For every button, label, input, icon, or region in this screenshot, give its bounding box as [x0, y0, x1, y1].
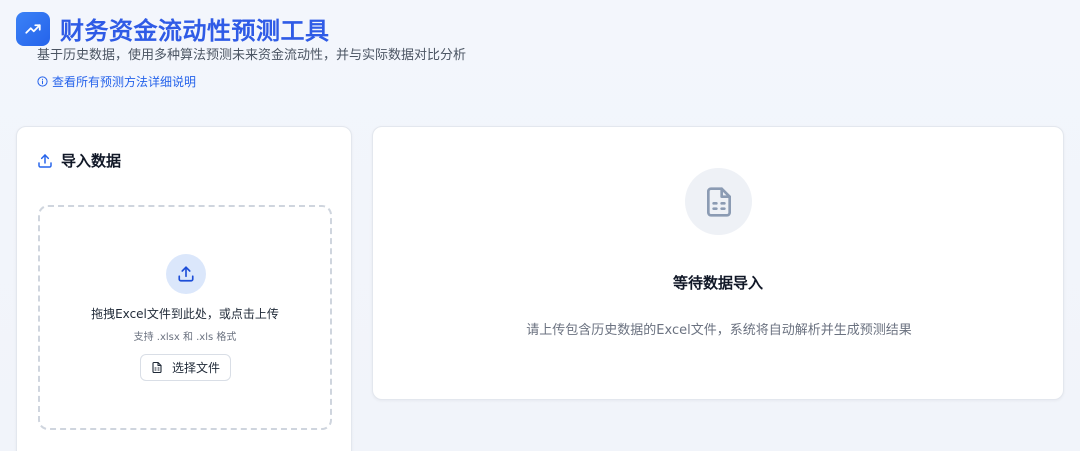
file-dropzone[interactable]: 拖拽Excel文件到此处，或点击上传 支持 .xlsx 和 .xls 格式 选择… [38, 205, 332, 430]
page-subtitle: 基于历史数据，使用多种算法预测未来资金流动性，并与实际数据对比分析 [37, 48, 467, 63]
page-title: 财务资金流动性预测工具 [60, 17, 330, 45]
import-data-panel: 导入数据 拖拽Excel文件到此处，或点击上传 支持 .xlsx 和 .xls … [16, 126, 352, 451]
import-panel-header: 导入数据 [37, 150, 121, 171]
page-header: 财务资金流动性预测工具 [16, 11, 330, 46]
waiting-title: 等待数据导入 [672, 274, 763, 292]
status-panel: 等待数据导入 请上传包含历史数据的Excel文件，系统将自动解析并生成预测结果 [372, 126, 1064, 400]
waiting-description: 请上传包含历史数据的Excel文件，系统将自动解析并生成预测结果 [526, 323, 912, 338]
dropzone-format-hint: 支持 .xlsx 和 .xls 格式 [133, 332, 237, 343]
choose-file-label: 选择文件 [171, 361, 220, 375]
file-spreadsheet-icon [152, 361, 162, 374]
method-details-link[interactable]: 查看所有预测方法详细说明 [37, 73, 196, 90]
upload-icon [38, 153, 52, 168]
import-panel-title: 导入数据 [61, 152, 122, 170]
upload-icon [166, 254, 206, 294]
choose-file-button[interactable]: 选择文件 [140, 354, 231, 381]
method-link-label[interactable]: 查看所有预测方法详细说明 [52, 73, 196, 90]
file-spreadsheet-icon [685, 168, 752, 235]
dropzone-instruction: 拖拽Excel文件到此处，或点击上传 [91, 307, 279, 321]
trending-up-icon [16, 11, 50, 46]
info-icon [37, 76, 48, 87]
title-row: 财务资金流动性预测工具 [16, 11, 330, 46]
